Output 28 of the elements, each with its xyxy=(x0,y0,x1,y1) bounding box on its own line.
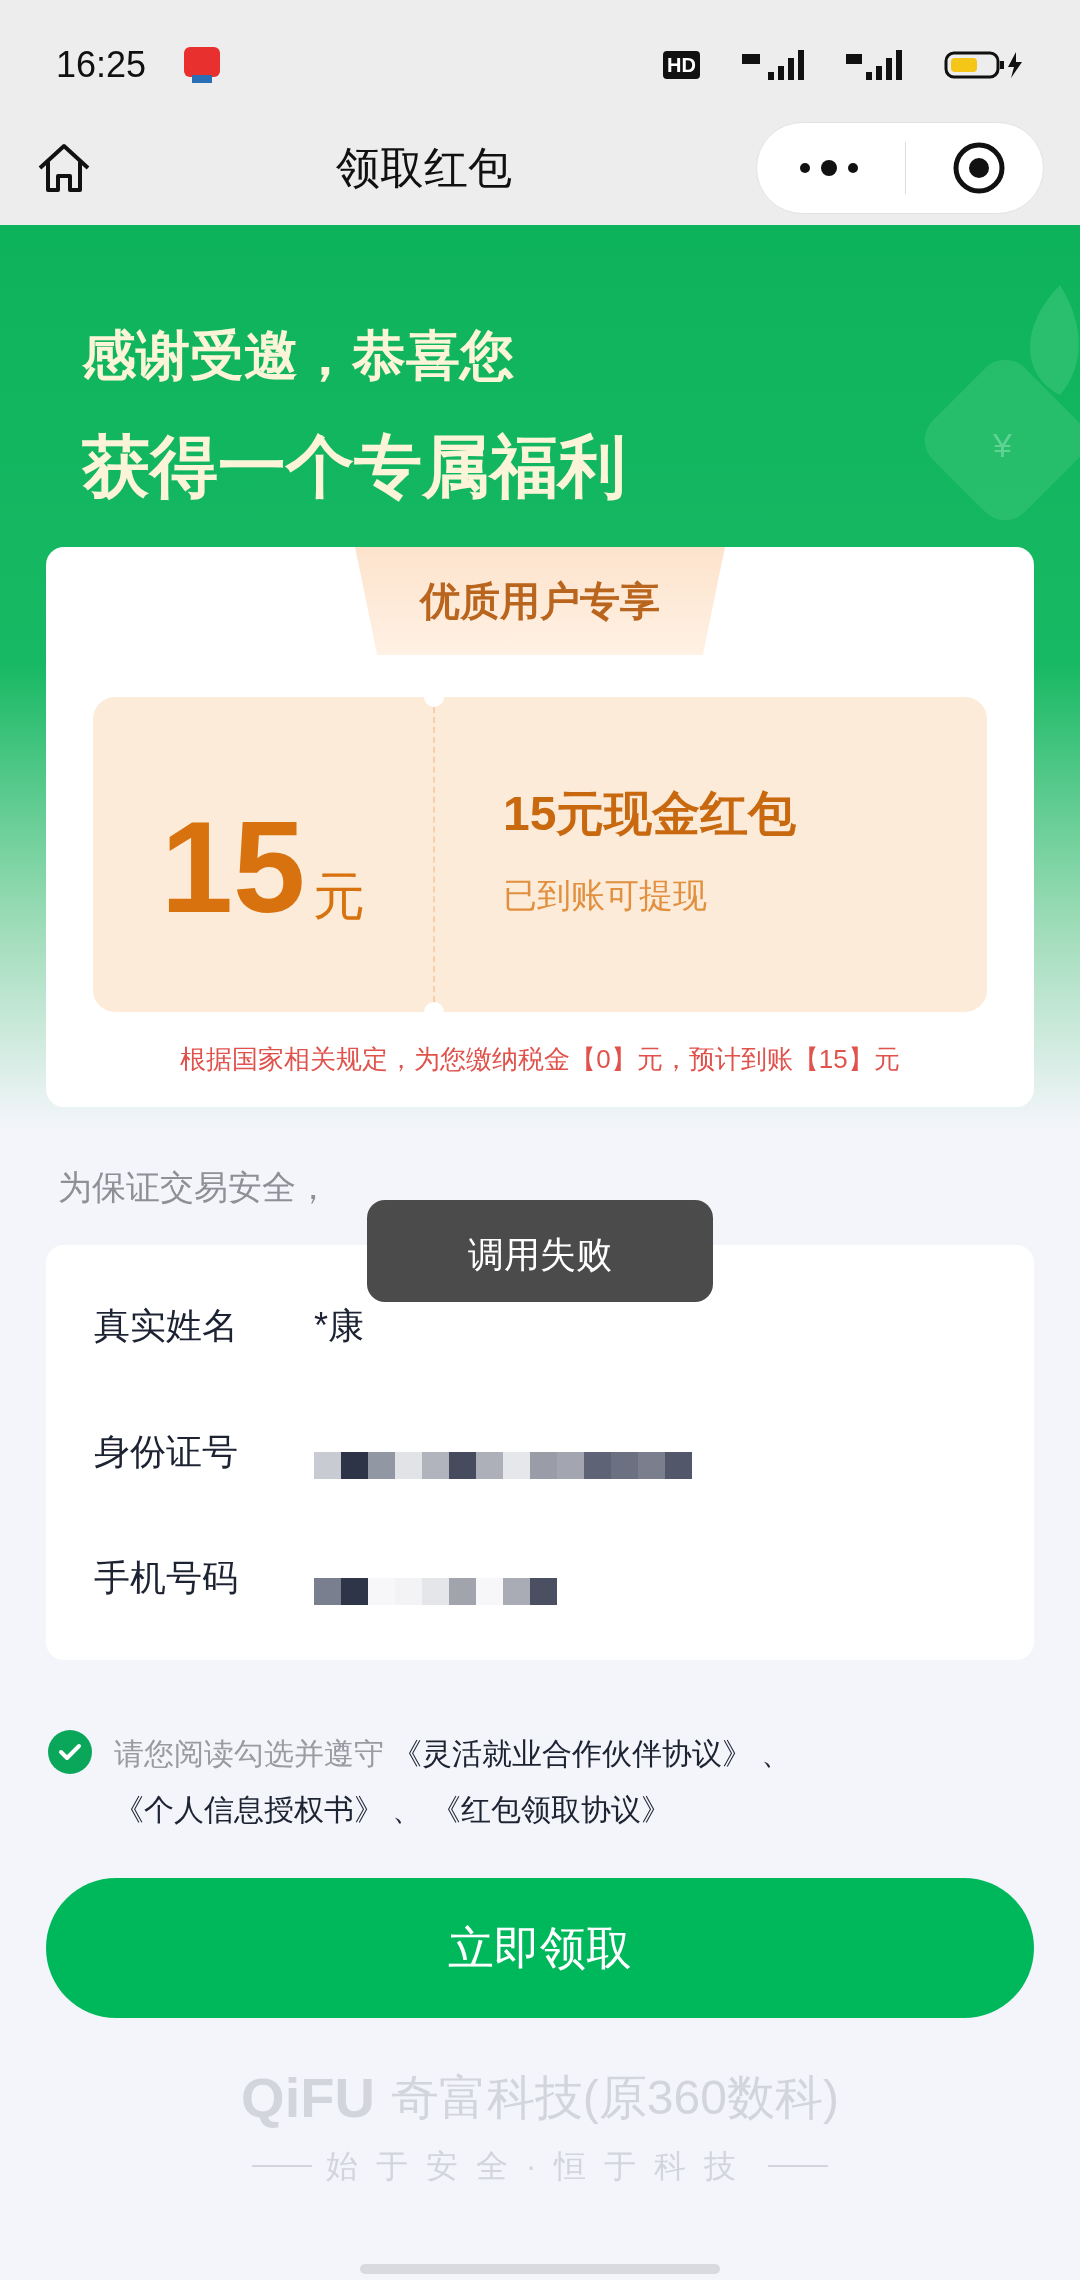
more-icon[interactable] xyxy=(797,157,861,178)
reward-amount: 15 xyxy=(160,812,306,922)
agreement-text: 请您阅读勾选并遵守 《灵活就业合作伙伴协议》 、 《个人信息授权书》 、 《红包领取协议》 xyxy=(114,1736,792,1828)
hd-badge: HD xyxy=(663,51,700,79)
home-icon[interactable] xyxy=(36,141,92,194)
reward-unit: 元 xyxy=(313,870,366,922)
field-label: 手机号码 xyxy=(94,1556,239,1600)
hero-greeting: 感谢受邀，恭喜您 xyxy=(82,325,514,387)
battery-charging-icon xyxy=(944,50,1024,80)
error-toast: 调用失败 xyxy=(367,1200,713,1302)
app-notification-icon xyxy=(184,47,221,83)
check-icon xyxy=(58,1742,82,1762)
hero-headline: 获得一个专属福利 xyxy=(82,428,626,507)
coin-symbol: ¥ xyxy=(993,425,1012,466)
security-notice: 为保证交易安全， xyxy=(57,1167,331,1207)
agreement-link[interactable]: 《红包领取协议》 xyxy=(430,1793,671,1826)
field-label: 真实姓名 xyxy=(94,1304,239,1348)
agreement-link[interactable]: 《灵活就业合作伙伴协议》 xyxy=(384,1737,753,1770)
close-miniprogram-icon[interactable] xyxy=(952,140,1006,195)
page-title: 领取红包 xyxy=(336,141,512,194)
field-label: 身份证号 xyxy=(94,1430,239,1474)
agreement-link[interactable]: 《个人信息授权书》 xyxy=(114,1793,384,1826)
field-value: *康 xyxy=(314,1304,364,1348)
agree-checkbox[interactable] xyxy=(48,1730,92,1774)
tax-note: 根据国家相关规定，为您缴纳税金【0】元，预计到账【15】元 xyxy=(180,1043,900,1076)
status-time: 16:25 xyxy=(56,43,147,87)
reward-subtitle: 已到账可提现 xyxy=(503,875,708,916)
reward-title: 15元现金红包 xyxy=(503,786,797,842)
